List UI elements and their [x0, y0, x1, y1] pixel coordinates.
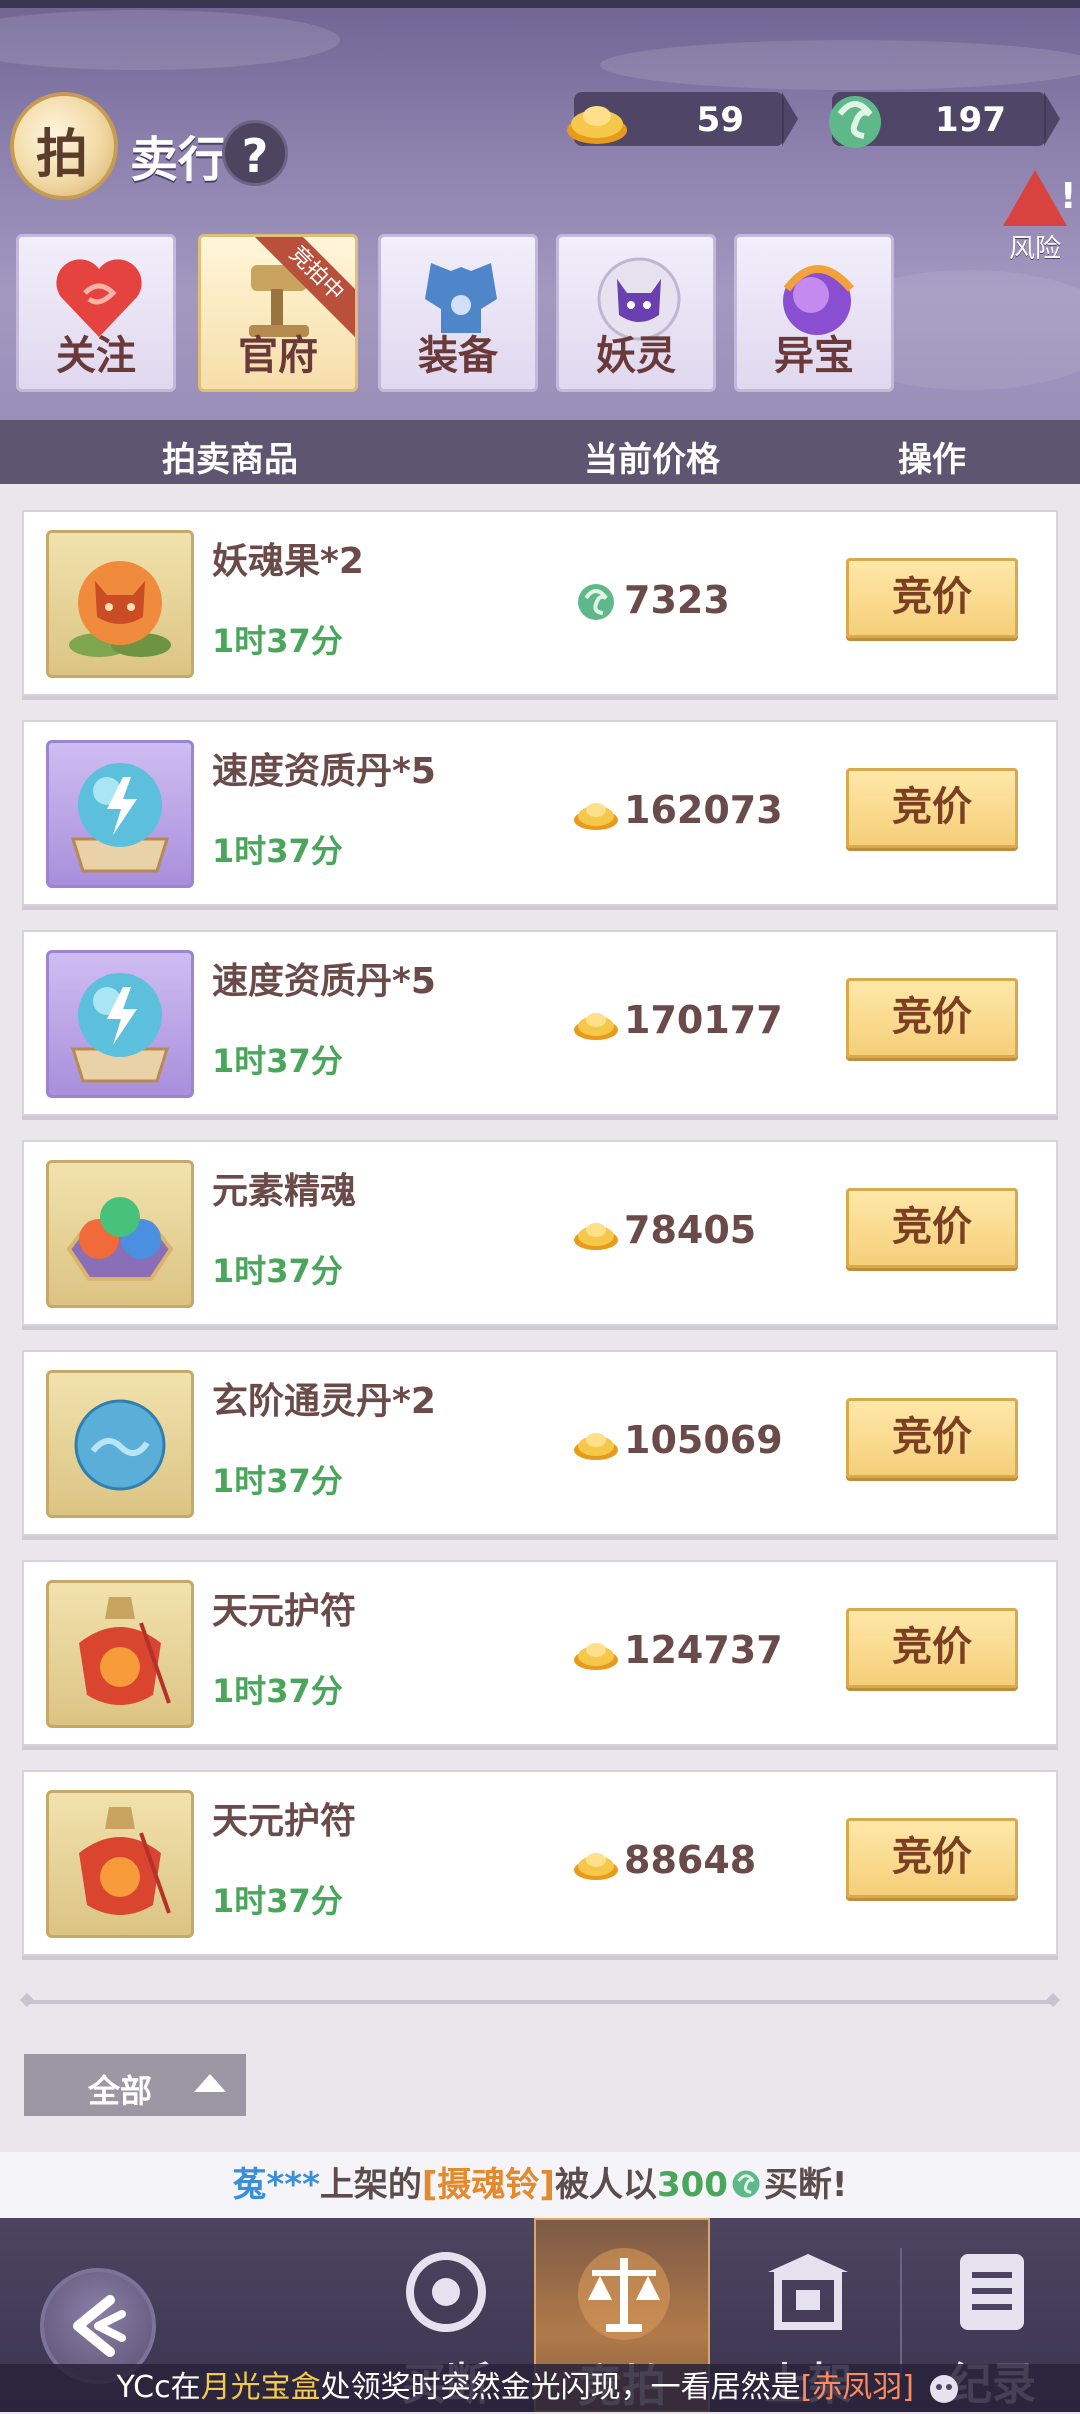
bid-button[interactable]: 竞价: [846, 558, 1018, 638]
jade-coin-icon: [829, 96, 881, 148]
item-time-left: 1时37分: [212, 832, 343, 870]
bid-button[interactable]: 竞价: [846, 1818, 1018, 1898]
gold-ingot-icon: [574, 1433, 618, 1460]
bid-button[interactable]: 竞价: [846, 978, 1018, 1058]
risk-warning-button[interactable]: ! 风险: [1000, 170, 1076, 264]
auction-row: 妖魂果*2 1时37分 7323 竞价: [22, 510, 1058, 696]
shop-stall-icon: [768, 2254, 848, 2330]
item-thumbnail[interactable]: [46, 740, 194, 888]
auction-row: 天元护符 1时37分 88648 竞价: [22, 1770, 1058, 1956]
item-name: 天元护符: [212, 1801, 357, 1842]
header: 拍 卖行 ? 59 197 ! 风险 关注 竞拍中 官府 装备 妖灵 异宝: [0, 0, 1080, 420]
back-arrow-icon: [73, 2295, 126, 2357]
item-thumbnail[interactable]: [46, 1790, 194, 1938]
item-name: 天元护符: [212, 1591, 357, 1632]
auction-row: 元素精魂 1时37分 78405 竞价: [22, 1140, 1058, 1326]
auction-row: 天元护符 1时37分 124737 竞价: [22, 1560, 1058, 1746]
auction-row: 速度资质丹*5 1时37分 162073 竞价: [22, 720, 1058, 906]
element-orbs-icon: [66, 1197, 174, 1281]
scales-icon: [578, 2248, 670, 2340]
blue-pill-icon: [74, 1399, 166, 1491]
item-name: 元素精魂: [212, 1171, 357, 1212]
tab-government[interactable]: 竞拍中 官府: [198, 234, 358, 392]
gold-ingot-icon: [574, 1223, 618, 1250]
broadcast-marquee: YCc在月光宝盒处领奖时突然金光闪现，一看居然是[赤凤羽]: [0, 2364, 1080, 2412]
item-time-left: 1时37分: [212, 1252, 343, 1290]
status-strip: [0, 0, 1080, 8]
item-name: 玄阶通灵丹*2: [212, 1381, 436, 1422]
item-thumbnail[interactable]: [46, 1580, 194, 1728]
list-divider: [28, 2000, 1052, 2004]
item-name: 速度资质丹*5: [212, 751, 436, 792]
record-list-icon: [960, 2254, 1024, 2330]
sale-ticker: 菟***上架的[摄魂铃]被人以300 买断!: [0, 2152, 1080, 2218]
gold-currency-display: 59: [567, 92, 798, 146]
bid-button[interactable]: 竞价: [846, 768, 1018, 848]
tab-equipment[interactable]: 装备: [378, 234, 538, 392]
gold-ingot-icon: [574, 803, 618, 830]
tab-follow[interactable]: 关注: [16, 234, 176, 392]
item-time-left: 1时37分: [212, 622, 343, 660]
gold-ingot-icon: [574, 1643, 618, 1670]
jade-coin-icon: [732, 2170, 760, 2198]
item-time-left: 1时37分: [212, 1882, 343, 1920]
demon-fruit-icon: [69, 561, 171, 657]
lightning-orb-icon: [70, 763, 170, 873]
column-header: 拍卖商品 当前价格 操作: [0, 420, 1080, 484]
item-thumbnail[interactable]: [46, 1370, 194, 1518]
mascot-icon: [929, 2375, 958, 2403]
buyout-icon: [406, 2252, 486, 2332]
item-time-left: 1时37分: [212, 1042, 343, 1080]
warning-icon: !: [1003, 170, 1076, 226]
tab-demon-spirit[interactable]: 妖灵: [556, 234, 716, 392]
bid-button[interactable]: 竞价: [846, 1398, 1018, 1478]
tab-treasure[interactable]: 异宝: [734, 234, 894, 392]
filter-dropdown[interactable]: 全部: [24, 2054, 246, 2116]
talisman-icon: [79, 1597, 171, 1705]
page-title: 拍 卖行: [10, 92, 226, 202]
help-button[interactable]: ?: [222, 120, 288, 186]
auction-row: 速度资质丹*5 1时37分 170177 竞价: [22, 930, 1058, 1116]
item-name: 妖魂果*2: [212, 541, 364, 582]
gold-ingot-icon: [574, 1853, 618, 1880]
bid-button[interactable]: 竞价: [846, 1188, 1018, 1268]
item-thumbnail[interactable]: [46, 1160, 194, 1308]
item-name: 速度资质丹*5: [212, 961, 436, 1002]
jade-coin-icon: [578, 584, 614, 620]
item-thumbnail[interactable]: [46, 530, 194, 678]
jade-currency-display: 197: [829, 92, 1060, 148]
bid-button[interactable]: 竞价: [846, 1608, 1018, 1688]
item-time-left: 1时37分: [212, 1462, 343, 1500]
gold-ingot-icon: [574, 1013, 618, 1040]
lightning-orb-icon: [70, 973, 170, 1083]
chevron-up-icon: [194, 2074, 226, 2092]
item-thumbnail[interactable]: [46, 950, 194, 1098]
auction-row: 玄阶通灵丹*2 1时37分 105069 竞价: [22, 1350, 1058, 1536]
gold-ingot-icon: [567, 106, 627, 144]
item-time-left: 1时37分: [212, 1672, 343, 1710]
talisman-icon: [79, 1807, 171, 1915]
